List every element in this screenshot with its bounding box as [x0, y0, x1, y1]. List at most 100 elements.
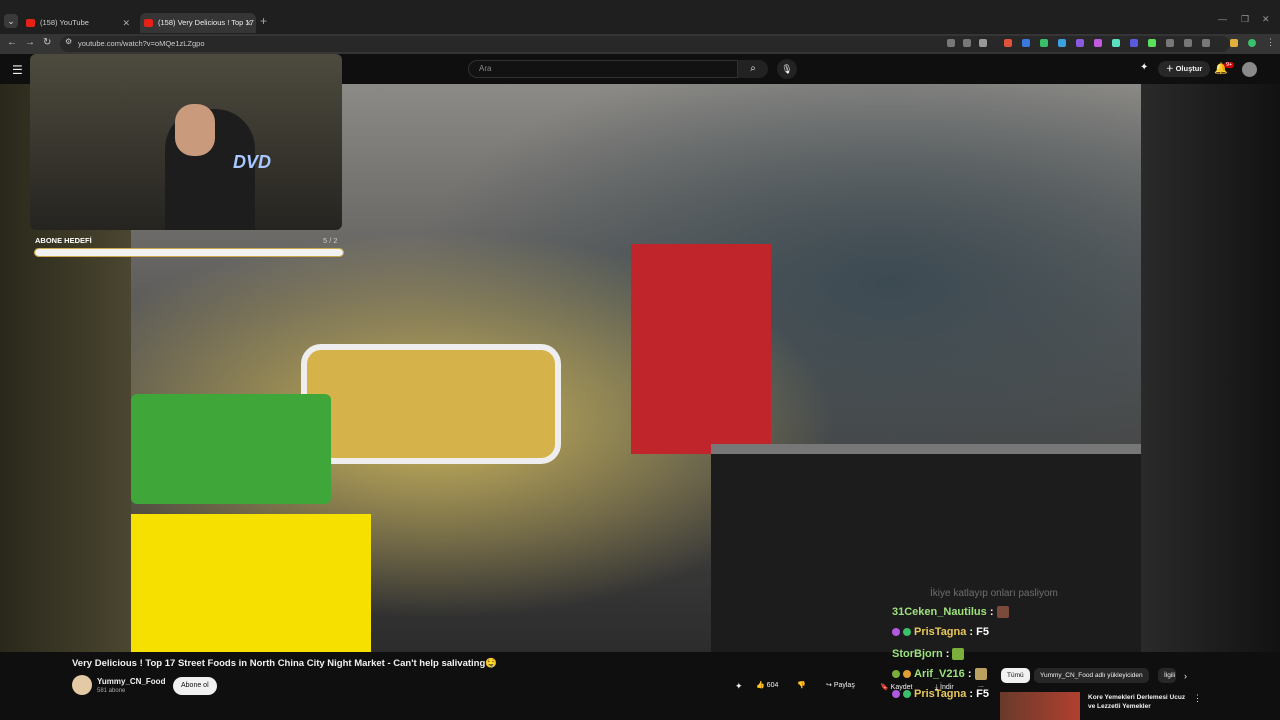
restore-icon[interactable]: ❐ — [1241, 14, 1249, 25]
chip-from-uploader[interactable]: Yummy_CN_Food adlı yükleyiciden — [1034, 668, 1149, 683]
account-avatar[interactable] — [1242, 62, 1257, 77]
recommended-menu-icon[interactable]: ⋮ — [1193, 690, 1202, 706]
forward-icon[interactable]: → — [25, 37, 35, 48]
extension-icon[interactable] — [1184, 39, 1192, 47]
new-tab-button[interactable]: + — [260, 14, 267, 28]
extension-icon[interactable] — [1022, 39, 1030, 47]
dvd-logo: DVD — [233, 152, 272, 172]
video-title: Very Delicious ! Top 17 Street Foods in … — [72, 658, 498, 669]
gemini-icon[interactable]: ✦ — [1140, 62, 1148, 73]
address-bar[interactable] — [60, 36, 1230, 52]
tab-label: (158) YouTube — [40, 18, 89, 27]
browser-tab-video[interactable]: (158) Very Delicious ! Top 17 St ✕ — [140, 13, 256, 47]
save-button[interactable]: 🔖 Kaydet — [880, 680, 912, 696]
chat-username: PrisTagna — [914, 626, 967, 638]
create-label: Oluştur — [1175, 64, 1203, 73]
subscriber-goal-count: 5 / 2 — [323, 236, 338, 245]
youtube-favicon-icon — [144, 19, 153, 27]
dislike-button[interactable]: 👎 — [797, 678, 806, 694]
extension-icon[interactable] — [1076, 39, 1084, 47]
profile-icon[interactable] — [1248, 39, 1256, 47]
badge-icon — [892, 670, 900, 679]
extension-icon[interactable] — [1148, 39, 1156, 47]
hamburger-menu-icon[interactable]: ☰ — [12, 63, 23, 77]
extension-icon[interactable] — [1130, 39, 1138, 47]
close-tab-icon[interactable]: ✕ — [244, 13, 252, 33]
close-tab-icon[interactable]: ✕ — [122, 13, 130, 33]
extension-icon[interactable] — [1004, 39, 1012, 47]
extension-icon[interactable] — [1058, 39, 1066, 47]
subscriber-count: 581 abone — [97, 688, 126, 694]
search-input[interactable]: Ara — [468, 60, 738, 78]
save-label: Kaydet — [890, 684, 913, 691]
verified-badge-icon — [903, 628, 911, 637]
bookmark-star-icon[interactable] — [979, 39, 987, 47]
badge-icon — [892, 628, 900, 637]
subscriber-goal-fill — [35, 249, 343, 256]
video-ambient-right — [1141, 84, 1280, 652]
more-actions-button[interactable]: ... — [978, 678, 984, 694]
create-button[interactable]: ＋ Oluştur — [1158, 61, 1211, 77]
extension-icon[interactable] — [1040, 39, 1048, 47]
like-button[interactable]: 👍 604 — [756, 678, 778, 694]
extension-icon[interactable] — [1230, 39, 1238, 47]
chip-all[interactable]: Tümü — [1001, 668, 1030, 683]
subscriber-goal-label: ABONE HEDEFİ — [35, 236, 92, 245]
browser-toolbar: ← → ↻ ⚙ youtube.com/watch?v=oMQe1zLZgpo … — [0, 34, 1280, 54]
chat-message: PrisTagna : F5 — [892, 626, 989, 638]
chat-username: StorBjorn — [892, 648, 943, 660]
channel-name[interactable]: Yummy_CN_Food — [97, 677, 165, 686]
subscribe-button[interactable]: Abone ol — [173, 677, 217, 695]
emote-icon — [952, 648, 965, 661]
back-icon[interactable]: ← — [7, 37, 17, 48]
extensions-puzzle-icon[interactable] — [1202, 39, 1210, 47]
chip-related[interactable]: İlgili — [1158, 668, 1176, 683]
tab-search-button[interactable]: ⌄ — [4, 14, 18, 28]
chat-message: Arif_V216 : — [892, 668, 987, 681]
like-count: 604 — [766, 682, 779, 689]
chevron-right-icon[interactable]: › — [1184, 668, 1187, 684]
badge-icon — [903, 670, 911, 679]
cast-icon[interactable] — [947, 39, 955, 47]
search-placeholder: Ara — [479, 64, 492, 73]
extension-icon[interactable] — [1166, 39, 1174, 47]
microphone-icon[interactable]: 🎙 — [777, 59, 797, 79]
search-icon[interactable]: ⌕ — [738, 60, 768, 78]
video-scene-noodles — [301, 344, 561, 464]
chat-username: Arif_V216 — [914, 668, 965, 680]
reload-icon[interactable]: ↻ — [43, 37, 51, 48]
video-scene-egg-tray — [131, 514, 371, 652]
share-button[interactable]: ↪ Paylaş — [826, 678, 855, 694]
extension-icon[interactable] — [1094, 39, 1102, 47]
webcam-overlay: DVD — [30, 54, 342, 230]
notification-badge: 9+ — [1224, 62, 1235, 68]
extension-icon[interactable] — [1112, 39, 1120, 47]
video-scene-greens — [131, 394, 331, 504]
video-scene-red-cart — [631, 244, 771, 454]
close-window-icon[interactable]: ✕ — [1262, 14, 1270, 25]
download-button[interactable]: ⤓ İndir — [935, 680, 954, 696]
menu-kebab-icon[interactable]: ⋮ — [1266, 37, 1275, 48]
chat-message: 31Ceken_Nautilus : — [892, 606, 1009, 619]
emote-icon — [996, 606, 1009, 619]
streamer-face — [175, 104, 215, 156]
youtube-favicon-icon — [26, 19, 35, 27]
recommended-title[interactable]: Kore Yemekleri Derlemesi Ucuz ve Lezzetl… — [1088, 693, 1193, 711]
chat-message: StorBjorn : — [892, 648, 965, 661]
url-text[interactable]: youtube.com/watch?v=oMQe1zLZgpo — [78, 39, 205, 48]
chat-username: 31Ceken_Nautilus — [892, 606, 987, 618]
recommended-thumbnail[interactable] — [1000, 692, 1080, 720]
eye-off-icon[interactable] — [963, 39, 971, 47]
subscriber-goal-bar — [34, 248, 344, 257]
video-scene-grill — [711, 444, 1141, 652]
browser-tab-youtube[interactable]: (158) YouTube ✕ — [22, 13, 134, 33]
share-label: Paylaş — [833, 682, 855, 689]
browser-tabbar: ⌄ (158) YouTube ✕ (158) Very Delicious !… — [0, 0, 1280, 47]
chat-text: F5 — [976, 626, 989, 638]
site-info-icon[interactable]: ⚙ — [65, 37, 72, 46]
chat-faded-line: İkiye katlayıp onları pasliyom — [930, 588, 1058, 599]
download-label: İndir — [940, 684, 954, 691]
channel-avatar[interactable] — [72, 675, 92, 695]
gemini-ask-icon[interactable]: ✦ — [735, 678, 743, 694]
minimize-icon[interactable]: — — [1218, 14, 1227, 24]
